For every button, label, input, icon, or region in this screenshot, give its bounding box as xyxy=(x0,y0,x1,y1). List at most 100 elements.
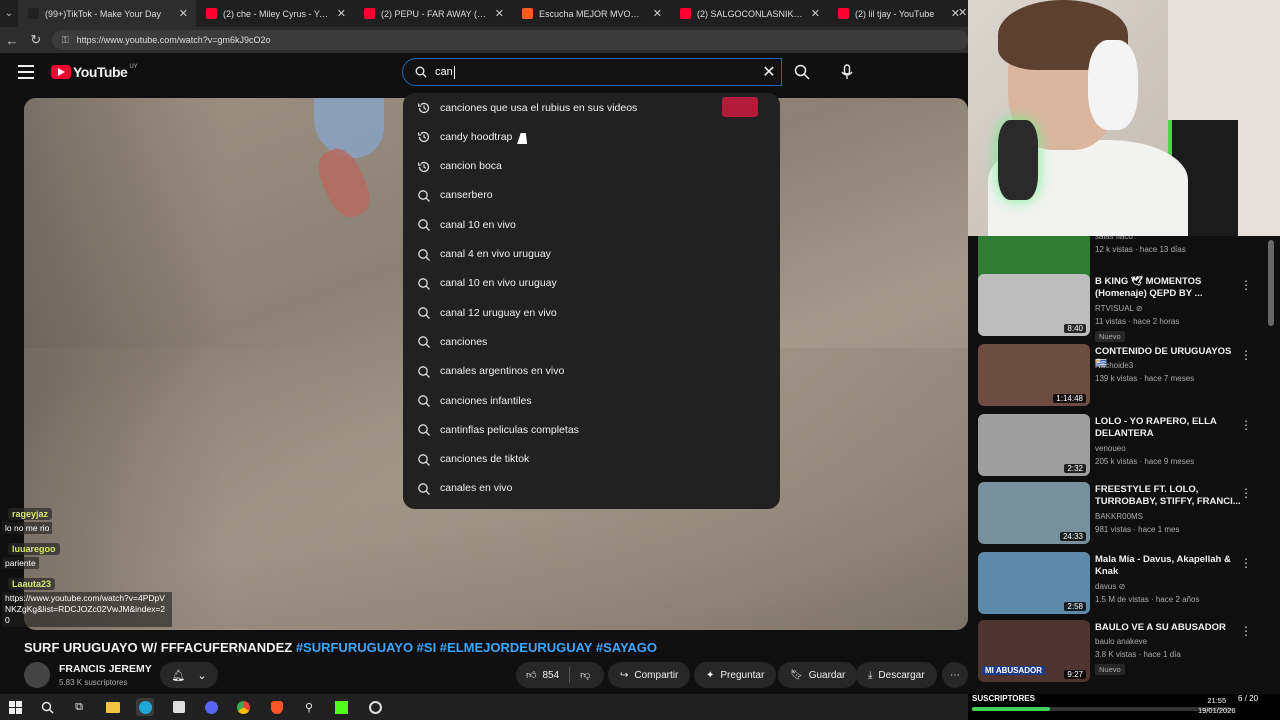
close-tab-icon[interactable]: ✕ xyxy=(811,7,820,20)
text-caret xyxy=(453,65,455,79)
close-tab-icon[interactable]: ✕ xyxy=(495,7,504,20)
search-suggestion[interactable]: candy hoodtrap xyxy=(403,122,780,151)
like-button[interactable]: 👍︎ 854 xyxy=(526,669,559,682)
tab-list-menu-button[interactable]: ⌄ xyxy=(0,0,18,27)
close-tab-icon[interactable]: ✕ xyxy=(179,7,188,20)
recommended-channel[interactable]: Nachoide3 xyxy=(1095,361,1133,370)
search-suggestion[interactable]: cancion boca xyxy=(403,152,780,181)
recommended-channel[interactable]: venoueo xyxy=(1095,444,1126,453)
download-icon: ⤓ xyxy=(868,669,873,681)
voice-search-button[interactable] xyxy=(832,57,862,87)
back-button[interactable]: ← xyxy=(0,27,24,53)
thumbnail-caption: MI ABUSADOR xyxy=(982,666,1046,675)
recommended-title[interactable]: B KING 🕊 MOMENTOS (Homenaje) QEPD BY ... xyxy=(1095,276,1245,300)
search-suggestion[interactable]: canal 4 en vivo uruguay xyxy=(403,240,780,269)
more-options-icon[interactable]: ⋮ xyxy=(1240,624,1252,638)
tab-favicon-icon xyxy=(364,8,375,19)
search-suggestion[interactable]: canserbero xyxy=(403,181,780,210)
channel-name[interactable]: FRANCIS JEREMY xyxy=(59,663,152,675)
site-info-icon[interactable]: ⚿ xyxy=(62,35,69,46)
url-field[interactable]: ⚿ https://www.youtube.com/watch?v=gm6kJ9… xyxy=(51,30,969,50)
edge-icon[interactable] xyxy=(136,698,154,716)
windows-start-icon[interactable] xyxy=(6,698,24,716)
browser-tab[interactable]: Escucha MEJOR MVOY de joakozz ✕ xyxy=(512,0,670,27)
system-clock[interactable]: 21:55 19/01/2026 xyxy=(1198,696,1236,716)
video-thumbnail[interactable]: 8:40 xyxy=(978,274,1090,336)
search-suggestions-dropdown: canciones que usa el rubius en sus video… xyxy=(403,93,780,509)
recommended-title[interactable]: BAULO VE A SU ABUSADOR xyxy=(1095,622,1245,634)
recommended-channel[interactable]: davus ⊘ xyxy=(1095,582,1125,591)
task-view-icon[interactable]: ⧉ xyxy=(70,698,88,716)
more-actions-button[interactable]: ⋯ xyxy=(942,662,968,688)
menu-icon[interactable] xyxy=(18,65,34,79)
search-suggestion[interactable]: canciones que usa el rubius en sus video… xyxy=(403,93,780,122)
search-suggestion[interactable]: cantinflas peliculas completas xyxy=(403,415,780,444)
file-explorer-icon[interactable] xyxy=(104,698,122,716)
video-thumbnail[interactable]: 2:58 xyxy=(978,552,1090,614)
browser-tab[interactable]: (2) SALGOCONLASNIKE - YouTube ✕ xyxy=(670,0,828,27)
recommended-channel[interactable]: RTVISUAL ⊘ xyxy=(1095,304,1143,313)
dislike-button[interactable]: 👎︎ xyxy=(580,669,590,681)
sidebar-scrollbar[interactable] xyxy=(1268,240,1274,326)
search-suggestion[interactable]: canal 10 en vivo xyxy=(403,210,780,239)
channel-avatar[interactable] xyxy=(24,662,50,688)
download-button[interactable]: ⤓ Descargar xyxy=(856,662,937,688)
search-input[interactable]: can xyxy=(402,58,782,86)
notifications-button[interactable]: 🔔︎ ⌄ xyxy=(160,662,218,688)
close-tab-icon[interactable]: ✕ xyxy=(337,7,346,20)
browser-tab[interactable]: (2) che - Miley Cyrus - YouTube ✕ xyxy=(196,0,354,27)
taskbar-search-icon[interactable] xyxy=(38,698,56,716)
more-options-icon[interactable]: ⋮ xyxy=(1240,486,1252,500)
video-thumbnail[interactable]: 24:33 xyxy=(978,482,1090,544)
close-window-icon[interactable]: ✕ xyxy=(958,6,967,19)
video-duration: 2:58 xyxy=(1064,602,1086,611)
reload-button[interactable]: ↻ xyxy=(24,27,48,53)
suggestion-text: candy hoodtrap xyxy=(440,130,513,143)
search-suggestion[interactable]: canal 10 en vivo uruguay xyxy=(403,269,780,298)
search-suggestion[interactable]: canales argentinos en vivo xyxy=(403,357,780,386)
search-suggestion[interactable]: canciones de tiktok xyxy=(403,445,780,474)
more-options-icon[interactable]: ⋮ xyxy=(1240,556,1252,570)
browser-tab[interactable]: (99+)TikTok - Make Your Day ✕ xyxy=(18,0,196,27)
more-options-icon[interactable]: ⋮ xyxy=(1240,278,1252,292)
recommended-channel[interactable]: baulo anakeve xyxy=(1095,637,1147,646)
video-hashtags[interactable]: #SURFURUGUAYO #SI #ELMEJORDEURUGUAY #SAY… xyxy=(296,640,657,655)
recommended-title[interactable]: FREESTYLE FT. LOLO, TURROBABY, STIFFY, F… xyxy=(1095,484,1245,508)
suggestion-text: canales argentinos en vivo xyxy=(440,365,565,378)
history-icon xyxy=(417,102,430,114)
kick-icon[interactable] xyxy=(332,698,350,716)
obs-icon[interactable] xyxy=(366,698,384,716)
video-thumbnail[interactable]: 2:32 xyxy=(978,414,1090,476)
save-button[interactable]: 🔖︎ Guardar xyxy=(778,662,858,688)
ask-button[interactable]: ✦ Preguntar xyxy=(694,662,777,688)
more-options-icon[interactable]: ⋮ xyxy=(1240,418,1252,432)
share-button[interactable]: ↪ Compartir xyxy=(608,662,691,688)
browser-tab[interactable]: (2) lil tjay - YouTube ✕ xyxy=(828,0,968,27)
search-icon xyxy=(418,483,430,495)
magnifier-icon[interactable]: ⚲ xyxy=(300,698,318,716)
browser-tab[interactable]: (2) PEPU - FAR AWAY (Video Oficial ✕ xyxy=(354,0,512,27)
search-button[interactable] xyxy=(784,58,820,86)
recommended-title[interactable]: Mala Mía - Davus, Akapellah & Knak xyxy=(1095,554,1245,578)
youtube-logo[interactable]: YouTube UY xyxy=(51,64,138,80)
download-label: Descargar xyxy=(878,669,925,681)
clear-search-icon[interactable]: ✕ xyxy=(760,63,778,81)
chrome-icon[interactable] xyxy=(234,698,252,716)
thumbs-up-icon: 👍︎ xyxy=(526,670,537,681)
brave-icon[interactable] xyxy=(268,698,286,716)
app-icon[interactable] xyxy=(170,698,188,716)
recommended-title[interactable]: LOLO - YO RAPERO, ELLA DELANTERA xyxy=(1095,416,1245,440)
webcam-feed xyxy=(968,0,1280,236)
search-suggestion[interactable]: canciones xyxy=(403,327,780,356)
recommended-channel[interactable]: BAKKR00MS xyxy=(1095,512,1143,521)
more-options-icon[interactable]: ⋮ xyxy=(1240,348,1252,362)
discord-icon[interactable] xyxy=(202,698,220,716)
search-suggestion[interactable]: canciones infantiles xyxy=(403,386,780,415)
video-thumbnail[interactable]: 9:27 MI ABUSADOR xyxy=(978,620,1090,682)
close-tab-icon[interactable]: ✕ xyxy=(653,7,662,20)
search-suggestion[interactable]: canales en vivo xyxy=(403,474,780,503)
search-suggestion[interactable]: canal 12 uruguay en vivo xyxy=(403,298,780,327)
video-thumbnail[interactable]: 1:14:48 xyxy=(978,344,1090,406)
recommended-channel[interactable]: salas flaco xyxy=(1095,236,1133,241)
clock-date: 19/01/2026 xyxy=(1198,706,1236,715)
